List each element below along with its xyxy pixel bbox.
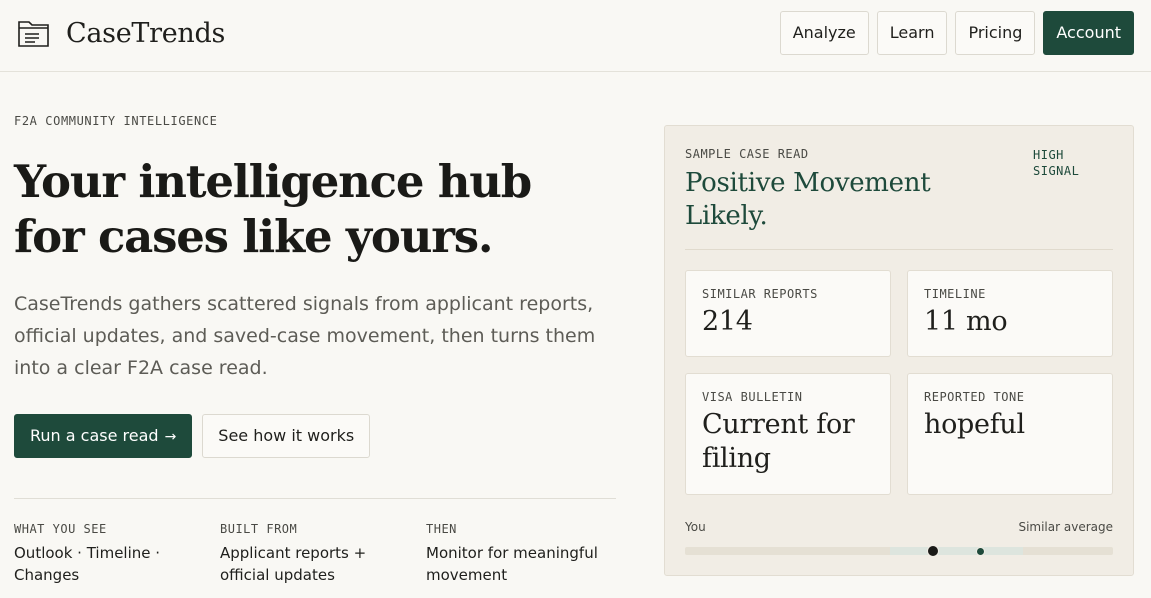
stat-reported-tone: REPORTED TONE hopeful <box>907 373 1113 495</box>
run-case-read-label: Run a case read <box>30 426 159 445</box>
hero-eyebrow: F2A COMMUNITY INTELLIGENCE <box>14 114 218 128</box>
fact-value: Applicant reports + official updates <box>220 544 367 584</box>
stat-value: Current for filing <box>702 409 855 474</box>
card-divider <box>685 249 1113 250</box>
stat-label: TIMELINE <box>924 287 986 301</box>
stat-label: REPORTED TONE <box>924 390 1025 404</box>
fact-label: WHAT YOU SEE <box>14 522 107 536</box>
similar-average-marker <box>975 547 985 556</box>
hero-title-line-2: for cases like yours. <box>14 210 494 263</box>
run-case-read-button[interactable]: Run a case read → <box>14 414 193 458</box>
fact-built-from: BUILT FROM Applicant reports + official … <box>220 522 420 586</box>
compare-average-label: Similar average <box>1018 520 1113 534</box>
nav-learn-button[interactable]: Learn <box>876 11 948 55</box>
hero-subtitle: CaseTrends gathers scattered signals fro… <box>14 293 596 379</box>
comparison-track <box>685 545 1113 557</box>
stat-value: 11 mo <box>924 306 1008 337</box>
hero-title: Your intelligence hub for cases like you… <box>14 154 614 264</box>
fact-label: THEN <box>426 522 457 536</box>
stat-label: VISA BULLETIN <box>702 390 803 404</box>
nav-account-button[interactable]: Account <box>1043 11 1134 55</box>
fact-what-you-see: WHAT YOU SEE Outlook · Timeline · Change… <box>14 522 214 586</box>
stat-value: 214 <box>702 306 753 337</box>
fact-value: Outlook · Timeline · Changes <box>14 544 161 584</box>
brand-logo-link[interactable]: CaseTrends <box>16 16 225 50</box>
stat-label: SIMILAR REPORTS <box>702 287 818 301</box>
nav-pricing-button[interactable]: Pricing <box>955 11 1036 55</box>
comparison-range <box>890 547 1024 555</box>
see-how-it-works-button[interactable]: See how it works <box>202 414 371 458</box>
brand-name: CaseTrends <box>66 17 226 49</box>
compare-you-label: You <box>685 520 706 534</box>
cta-row: Run a case read → See how it works <box>14 414 371 458</box>
top-header: CaseTrends Analyze Learn Pricing Account <box>0 0 1151 72</box>
section-divider <box>14 498 616 499</box>
main-nav: Analyze Learn Pricing Account <box>779 11 1134 55</box>
arrow-right-icon: → <box>164 429 177 445</box>
card-title: Positive Movement Likely. <box>685 168 931 231</box>
you-marker <box>927 545 940 557</box>
fact-value: Monitor for meaningful movement <box>426 544 598 584</box>
folder-icon <box>18 21 49 47</box>
stat-similar-reports: SIMILAR REPORTS 214 <box>685 270 891 357</box>
fact-label: BUILT FROM <box>220 522 298 536</box>
stat-value: hopeful <box>924 409 1025 440</box>
hero-title-line-1: Your intelligence hub <box>14 155 532 208</box>
stat-visa-bulletin: VISA BULLETIN Current for filing <box>685 373 891 495</box>
nav-analyze-button[interactable]: Analyze <box>779 11 869 55</box>
fact-then: THEN Monitor for meaningful movement <box>426 522 626 586</box>
stat-timeline: TIMELINE 11 mo <box>907 270 1113 357</box>
card-eyebrow: SAMPLE CASE READ <box>685 147 809 161</box>
signal-badge: HIGH SIGNAL <box>1033 148 1080 178</box>
sample-case-read-card: SAMPLE CASE READ HIGH SIGNAL Positive Mo… <box>664 125 1134 576</box>
